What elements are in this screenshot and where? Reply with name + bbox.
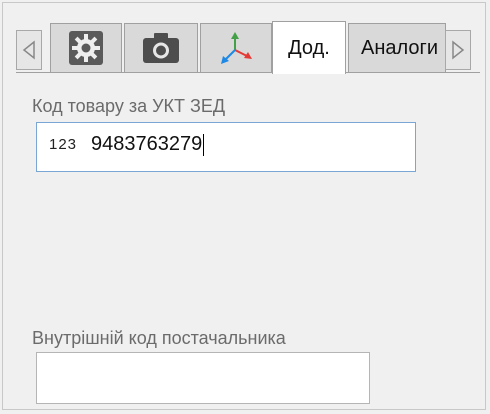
- tab-strip: Дод. Аналоги: [14, 21, 478, 74]
- triangle-left-icon: [22, 40, 35, 60]
- tab-axes[interactable]: [200, 23, 272, 72]
- tab-photo[interactable]: [124, 23, 198, 72]
- tab-extra-label: Дод.: [288, 36, 330, 59]
- tab-strip-baseline: [16, 72, 480, 73]
- customs-code-value-row: 123 9483763279: [49, 133, 205, 156]
- tab-settings[interactable]: [50, 23, 122, 72]
- axes-icon: [221, 32, 252, 64]
- tab-analogs[interactable]: Аналоги: [348, 23, 446, 72]
- camera-icon: [143, 33, 179, 63]
- tab-scroll-right-button[interactable]: [445, 30, 471, 70]
- customs-code-label: Код товару за УКТ ЗЕД: [32, 96, 226, 116]
- supplier-code-input[interactable]: [36, 352, 370, 404]
- text-caret: [203, 133, 205, 156]
- gear-icon: [69, 31, 103, 65]
- tab-scroll-left-button[interactable]: [16, 30, 42, 70]
- customs-code-value: 9483763279: [91, 133, 203, 155]
- customs-code-input[interactable]: 123 9483763279: [36, 122, 416, 172]
- tab-analogs-label: Аналоги: [361, 36, 438, 59]
- customs-code-prefix: 123: [49, 136, 78, 153]
- triangle-right-icon: [452, 40, 465, 60]
- supplier-code-label: Внутрішній код постачальника: [32, 328, 286, 348]
- tab-extra[interactable]: Дод.: [272, 21, 346, 74]
